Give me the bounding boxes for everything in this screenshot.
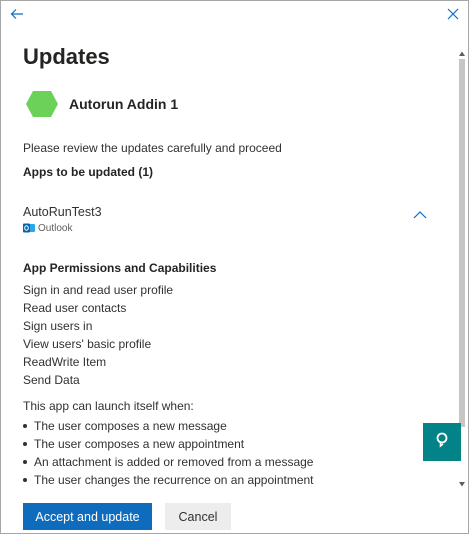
bullet-icon: [23, 424, 27, 428]
addin-name: Autorun Addin 1: [69, 96, 179, 112]
launch-condition-text: The user composes a new message: [34, 419, 227, 433]
app-item: AutoRunTest3 Outlook: [23, 205, 456, 239]
dialog-topbar: [1, 1, 468, 29]
app-host: Outlook: [23, 222, 456, 234]
apps-to-update-heading: Apps to be updated (1): [23, 165, 153, 179]
permission-item: Sign users in: [23, 319, 93, 333]
launch-condition-item: The user changes the recurrence on an ap…: [23, 471, 456, 489]
dialog-scroll-area[interactable]: Updates Autorun Addin 1 Please review th…: [1, 29, 456, 489]
scroll-up-icon[interactable]: [458, 45, 466, 56]
launch-condition-text: The user composes a new appointment: [34, 437, 245, 451]
hexagon-addin-icon: [25, 90, 59, 118]
permissions-list: Sign in and read user profile Read user …: [23, 281, 456, 389]
dialog-content: Updates Autorun Addin 1 Please review th…: [1, 43, 456, 489]
updates-dialog: Updates Autorun Addin 1 Please review th…: [0, 0, 469, 534]
permission-item: Read user contacts: [23, 301, 127, 315]
scroll-down-icon[interactable]: [458, 475, 466, 487]
page-title: Updates: [23, 44, 110, 69]
back-arrow-icon[interactable]: [9, 6, 25, 22]
app-host-label: Outlook: [38, 222, 73, 234]
permission-item: ReadWrite Item: [23, 355, 107, 369]
bullet-icon: [23, 478, 27, 482]
addin-header: Autorun Addin 1: [23, 89, 456, 119]
scrollbar-thumb[interactable]: [459, 59, 465, 427]
bullet-icon: [23, 442, 27, 446]
outlook-icon: [23, 222, 35, 234]
launch-condition-text: An attachment is added or removed from a…: [34, 455, 314, 469]
feedback-button[interactable]: [423, 423, 461, 461]
permissions-heading: App Permissions and Capabilities: [23, 261, 217, 275]
vertical-scrollbar[interactable]: [458, 29, 466, 489]
chevron-up-icon[interactable]: [412, 207, 428, 219]
permission-item: Send Data: [23, 373, 80, 387]
review-instructions: Please review the updates carefully and …: [23, 141, 282, 155]
close-icon[interactable]: [446, 7, 460, 21]
cancel-button[interactable]: Cancel: [165, 503, 231, 530]
launch-conditions-list: The user composes a new message The user…: [23, 417, 456, 489]
launch-condition-text: The user changes the recurrence on an ap…: [34, 473, 314, 487]
permission-item: View users' basic profile: [23, 337, 152, 351]
dialog-footer: Accept and update Cancel: [1, 491, 468, 533]
launch-condition-item: The user composes a new appointment: [23, 435, 456, 453]
launch-condition-item: The user composes a new message: [23, 417, 456, 435]
launch-condition-item: An attachment is added or removed from a…: [23, 453, 456, 471]
bullet-icon: [23, 460, 27, 464]
permission-item: Sign in and read user profile: [23, 283, 174, 297]
accept-and-update-button[interactable]: Accept and update: [23, 503, 152, 530]
launch-intro: This app can launch itself when:: [23, 399, 194, 413]
app-name: AutoRunTest3: [23, 205, 102, 219]
feedback-icon: [435, 432, 449, 453]
